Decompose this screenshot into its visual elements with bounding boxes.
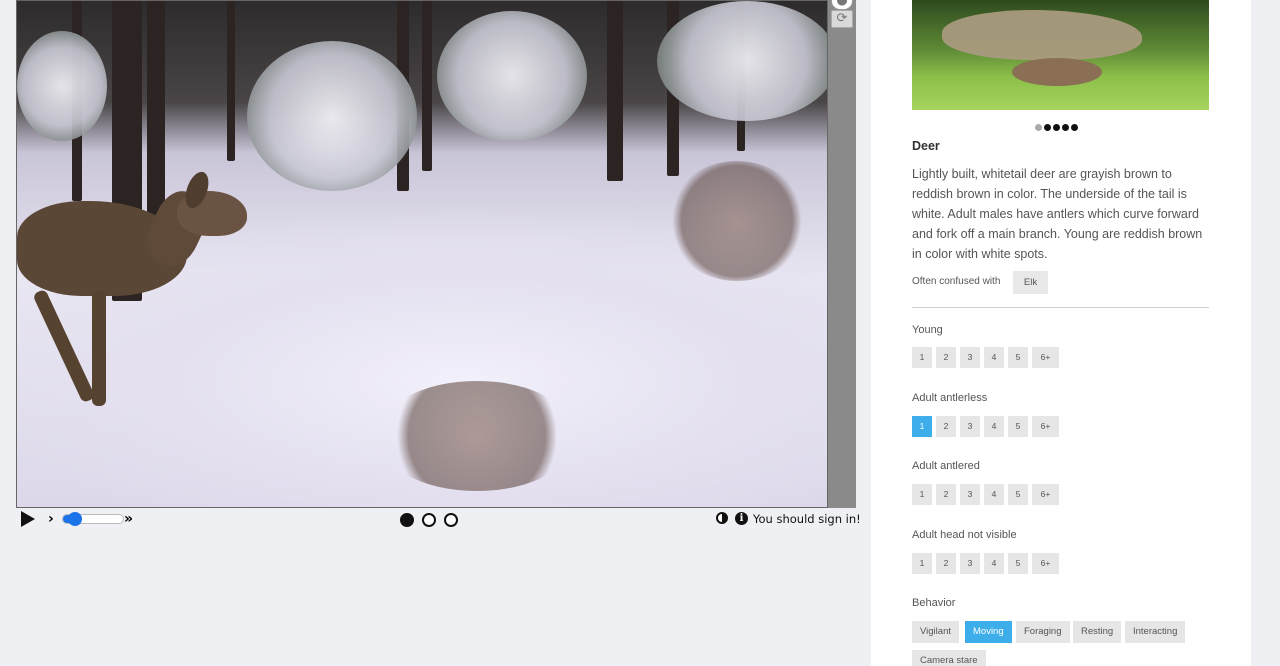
- count-button-selected[interactable]: 1: [912, 416, 932, 437]
- count-button[interactable]: 1: [912, 347, 932, 368]
- frame-3-dot[interactable]: [444, 513, 458, 527]
- brush: [377, 381, 577, 491]
- carousel-dot[interactable]: [1062, 124, 1069, 131]
- behavior-label: Behavior: [912, 597, 956, 609]
- snowy-tree: [657, 1, 827, 121]
- count-button[interactable]: 1: [912, 484, 932, 505]
- question-adult-antlerless-label: Adult antlerless: [912, 392, 988, 404]
- count-button[interactable]: 5: [1008, 553, 1028, 574]
- divider: [912, 307, 1209, 308]
- species-title: Deer: [912, 139, 940, 153]
- info-icon[interactable]: i: [735, 512, 748, 525]
- species-description: Lightly built, whitetail deer are grayis…: [912, 167, 1203, 261]
- slider-thumb[interactable]: [68, 512, 82, 526]
- count-button[interactable]: 5: [1008, 416, 1028, 437]
- image-carousel-dots: [1035, 116, 1080, 131]
- behavior-moving-button[interactable]: Moving: [965, 621, 1012, 643]
- fast-forward-icon[interactable]: »: [124, 511, 133, 527]
- behavior-camera-stare-button[interactable]: Camera stare: [912, 650, 986, 666]
- count-button[interactable]: 6+: [1032, 416, 1059, 437]
- count-button[interactable]: 4: [984, 484, 1004, 505]
- species-panel: Deer Lightly built, whitetail deer are g…: [871, 0, 1251, 666]
- deer-leg: [92, 291, 106, 406]
- snowy-tree: [437, 11, 587, 141]
- count-button[interactable]: 2: [936, 484, 956, 505]
- brush: [667, 161, 807, 281]
- count-button[interactable]: 2: [936, 553, 956, 574]
- count-button[interactable]: 3: [960, 553, 980, 574]
- deer-leg: [32, 288, 96, 404]
- count-button[interactable]: 4: [984, 416, 1004, 437]
- carousel-dot[interactable]: [1071, 124, 1078, 131]
- playback-controls: › » i You should sign in!: [16, 510, 861, 530]
- sign-in-notice: You should sign in!: [753, 512, 861, 526]
- tree: [607, 1, 623, 181]
- question-adult-antlered-label: Adult antlered: [912, 460, 980, 472]
- subject-viewer: ● ⟳: [16, 0, 856, 510]
- count-button[interactable]: 6+: [1032, 484, 1059, 505]
- step-forward-icon[interactable]: ›: [48, 511, 54, 527]
- count-button[interactable]: 3: [960, 347, 980, 368]
- frame-2-dot[interactable]: [422, 513, 436, 527]
- question-head-not-visible-label: Adult head not visible: [912, 529, 1017, 541]
- behavior-resting-button[interactable]: Resting: [1073, 621, 1122, 643]
- count-button[interactable]: 3: [960, 484, 980, 505]
- snowy-tree: [247, 41, 417, 191]
- carousel-dot[interactable]: [1035, 124, 1042, 131]
- play-icon[interactable]: [21, 511, 35, 527]
- deer: [942, 10, 1142, 60]
- snowy-tree: [17, 31, 107, 141]
- count-button[interactable]: 6+: [1032, 553, 1059, 574]
- viewer-toolbar: [828, 0, 856, 508]
- count-button[interactable]: 6+: [1032, 347, 1059, 368]
- frame-1-dot[interactable]: [400, 513, 414, 527]
- tree: [227, 1, 235, 161]
- count-button[interactable]: 5: [1008, 347, 1028, 368]
- count-button[interactable]: 5: [1008, 484, 1028, 505]
- contrast-icon[interactable]: [716, 512, 728, 524]
- count-button[interactable]: 1: [912, 553, 932, 574]
- tree: [422, 1, 432, 171]
- carousel-dot[interactable]: [1053, 124, 1060, 131]
- refresh-icon[interactable]: ⟳: [831, 10, 853, 28]
- confused-with-elk-button[interactable]: Elk: [1013, 271, 1048, 294]
- count-button[interactable]: 2: [936, 347, 956, 368]
- count-button[interactable]: 4: [984, 553, 1004, 574]
- fawn: [1012, 58, 1102, 86]
- count-button[interactable]: 2: [936, 416, 956, 437]
- carousel-dot[interactable]: [1044, 124, 1051, 131]
- question-young-label: Young: [912, 324, 943, 336]
- species-example-image: [912, 0, 1209, 110]
- count-button[interactable]: 4: [984, 347, 1004, 368]
- camera-trap-photo[interactable]: [16, 0, 828, 508]
- confused-with-label: Often confused with: [912, 276, 1001, 287]
- count-button[interactable]: 3: [960, 416, 980, 437]
- behavior-vigilant-button[interactable]: Vigilant: [912, 621, 959, 643]
- behavior-interacting-button[interactable]: Interacting: [1125, 621, 1186, 643]
- behavior-foraging-button[interactable]: Foraging: [1016, 621, 1070, 643]
